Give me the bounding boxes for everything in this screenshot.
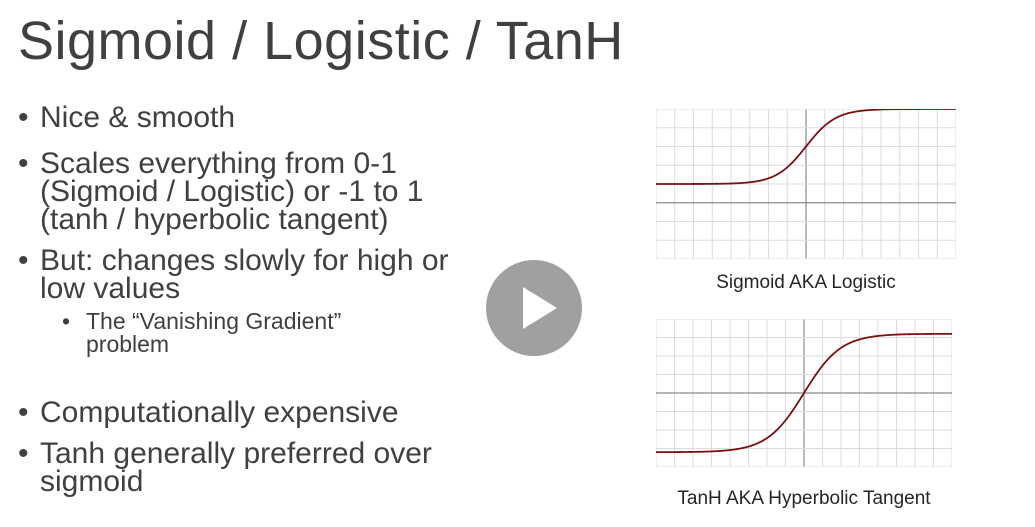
tanh-plot	[655, 318, 953, 468]
sigmoid-caption: Sigmoid AKA Logistic	[716, 272, 896, 293]
bullet-item: • But: changes slowly for high or low va…	[18, 244, 449, 305]
tanh-chart	[655, 318, 953, 468]
bullet-line: Tanh generally preferred over	[40, 437, 432, 470]
bullet-dot: •	[18, 244, 29, 277]
bullet-line: Computationally expensive	[40, 396, 399, 429]
bullet-dot: •	[18, 101, 29, 134]
bullet-item: • Nice & smooth	[18, 101, 236, 134]
bullet-line: sigmoid	[40, 465, 144, 498]
video-play-button[interactable]	[486, 260, 582, 356]
sub-bullet-line: problem	[86, 331, 170, 357]
sigmoid-chart	[655, 108, 957, 260]
bullet-line: (Sigmoid / Logistic) or -1 to 1	[40, 175, 424, 208]
bullet-line: Scales everything from 0-1	[40, 147, 397, 180]
bullet-dot: •	[62, 308, 71, 334]
sub-bullet-line: The “Vanishing Gradient”	[86, 308, 342, 334]
bullet-dot: •	[18, 437, 29, 470]
tanh-caption: TanH AKA Hyperbolic Tangent	[677, 488, 931, 509]
bullet-dot: •	[18, 396, 29, 429]
slide-title: Sigmoid / Logistic / TanH	[18, 11, 624, 71]
sigmoid-plot	[655, 108, 957, 260]
bullet-item: • Tanh generally preferred over sigmoid	[18, 437, 432, 498]
bullet-line: But: changes slowly for high or	[40, 244, 449, 277]
sub-bullet-item: • The “Vanishing Gradient” problem	[62, 310, 341, 356]
bullet-line: Nice & smooth	[40, 101, 236, 134]
bullet-dot: •	[18, 147, 29, 180]
bullet-item: • Scales everything from 0-1 (Sigmoid / …	[18, 147, 424, 236]
bullet-line: (tanh / hyperbolic tangent)	[40, 203, 389, 236]
bullet-line: low values	[40, 272, 181, 305]
bullet-item: • Computationally expensive	[18, 396, 399, 429]
play-icon	[523, 287, 557, 329]
